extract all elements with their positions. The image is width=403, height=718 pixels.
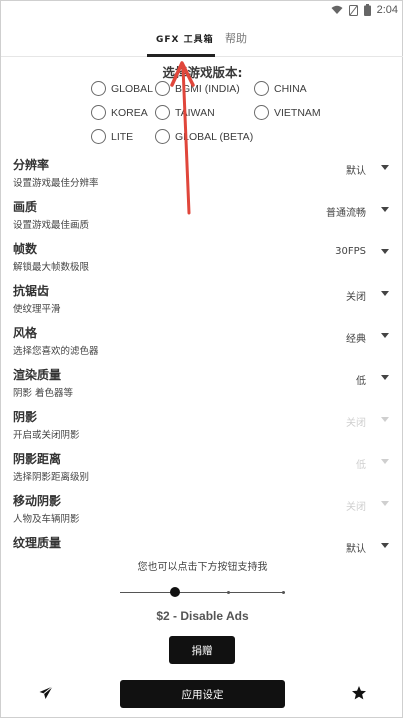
setting-value: 关闭 (346, 418, 366, 429)
version-option-label: KOREA (111, 106, 148, 119)
setting-texture-quality[interactable]: 纹理质量 默认 (13, 534, 393, 555)
setting-value[interactable]: 默认 (346, 162, 366, 177)
setting-style[interactable]: 风格 选择您喜欢的滤色器 经典 (13, 324, 393, 357)
tab-bar: GFX 工具箱 帮助 (1, 21, 403, 57)
send-icon[interactable] (39, 686, 53, 700)
setting-title: 移动阴影 (13, 494, 62, 508)
dropdown-arrow-icon (381, 417, 389, 422)
dropdown-arrow-icon[interactable] (381, 333, 389, 338)
battery-icon (363, 4, 371, 16)
version-radio-vietnam[interactable]: VIETNAM (254, 105, 321, 120)
radio-circle[interactable] (254, 81, 269, 96)
setting-value[interactable]: 普通流畅 (326, 204, 366, 219)
tab-gfx-toolbox[interactable]: GFX 工具箱 (156, 32, 214, 45)
setting-title: 纹理质量 (13, 536, 62, 550)
setting-antialiasing[interactable]: 抗锯齿 使纹理平滑 关闭 (13, 282, 393, 315)
version-option-label: GLOBAL (111, 82, 154, 95)
dropdown-arrow-icon[interactable] (381, 375, 389, 380)
star-icon[interactable] (351, 685, 367, 701)
setting-moving-shadows[interactable]: 移动阴影 人物及车辆阴影 关闭 (13, 492, 393, 525)
setting-desc: 选择您喜欢的滤色器 (13, 346, 99, 357)
version-radio-global[interactable]: GLOBAL (91, 81, 153, 96)
setting-value[interactable]: 默认 (346, 540, 366, 555)
setting-graphics[interactable]: 画质 设置游戏最佳画质 普通流畅 (13, 198, 393, 231)
setting-value: 低 (356, 460, 366, 471)
setting-desc: 设置游戏最佳画质 (13, 220, 90, 231)
version-option-label: GLOBAL (BETA) (175, 130, 254, 143)
setting-resolution[interactable]: 分辨率 设置游戏最佳分辨率 默认 (13, 156, 393, 189)
support-text: 您也可以点击下方按钮支持我 (137, 562, 268, 573)
setting-value[interactable]: 经典 (346, 330, 366, 345)
setting-desc: 使纹理平滑 (13, 304, 61, 315)
slider-step-dot[interactable] (227, 591, 230, 594)
setting-title: 阴影距离 (13, 452, 62, 466)
support-slider-track[interactable] (120, 592, 285, 593)
dropdown-arrow-icon[interactable] (381, 291, 389, 296)
version-radio-korea[interactable]: KOREA (91, 105, 148, 120)
setting-fps[interactable]: 帧数 解锁最大帧数极限 30FPS (13, 240, 393, 273)
version-option-label: TAIWAN (175, 106, 215, 119)
setting-value[interactable]: 低 (356, 372, 366, 387)
setting-title: 阴影 (13, 410, 38, 424)
setting-desc: 设置游戏最佳分辨率 (13, 178, 99, 189)
setting-value[interactable]: 30FPS (335, 246, 366, 257)
status-time: 2:04 (376, 4, 398, 16)
version-option-label: BGMI (INDIA) (175, 82, 240, 95)
radio-circle[interactable] (155, 129, 170, 144)
dropdown-arrow-icon (381, 459, 389, 464)
setting-title: 抗锯齿 (13, 284, 50, 298)
wifi-icon (331, 5, 343, 14)
setting-desc: 阴影 着色器等 (13, 388, 74, 399)
radio-circle[interactable] (91, 81, 106, 96)
no-sim-icon (348, 4, 358, 16)
version-radio-china[interactable]: CHINA (254, 81, 307, 96)
radio-circle[interactable] (155, 105, 170, 120)
version-title: 选择游戏版本: (162, 65, 243, 80)
dropdown-arrow-icon[interactable] (381, 207, 389, 212)
version-option-label: CHINA (274, 82, 307, 95)
dropdown-arrow-icon[interactable] (381, 165, 389, 170)
setting-desc: 开启或关闭阴影 (13, 430, 80, 441)
tab-active-indicator (147, 54, 215, 57)
dropdown-arrow-icon[interactable] (381, 249, 389, 254)
version-radio-taiwan[interactable]: TAIWAN (155, 105, 215, 120)
setting-shadow-distance[interactable]: 阴影距离 选择阴影距离级别 低 (13, 450, 393, 483)
radio-circle[interactable] (91, 105, 106, 120)
setting-value: 关闭 (346, 502, 366, 513)
dropdown-arrow-icon[interactable] (381, 543, 389, 548)
setting-shadows[interactable]: 阴影 开启或关闭阴影 关闭 (13, 408, 393, 441)
support-slider-thumb[interactable] (170, 587, 180, 597)
setting-render-quality[interactable]: 渲染质量 阴影 着色器等 低 (13, 366, 393, 399)
radio-circle[interactable] (155, 81, 170, 96)
radio-circle[interactable] (91, 129, 106, 144)
donate-button[interactable]: 捐赠 (169, 636, 235, 664)
setting-value[interactable]: 关闭 (346, 288, 366, 303)
version-option-label: VIETNAM (274, 106, 321, 119)
version-radio-bgmi[interactable]: BGMI (INDIA) (155, 81, 240, 96)
slider-step-dot[interactable] (282, 591, 285, 594)
version-radio-global-beta[interactable]: GLOBAL (BETA) (155, 129, 253, 144)
status-icons: 2:04 (331, 4, 398, 16)
setting-desc: 人物及车辆阴影 (13, 514, 80, 525)
dropdown-arrow-icon (381, 501, 389, 506)
setting-desc: 选择阴影距离级别 (13, 472, 90, 483)
radio-circle[interactable] (254, 105, 269, 120)
setting-title: 风格 (13, 326, 38, 340)
tab-help[interactable]: 帮助 (225, 30, 247, 46)
status-bar: 2:04 (1, 1, 403, 21)
setting-title: 分辨率 (13, 158, 50, 172)
apply-settings-button[interactable]: 应用设定 (120, 680, 285, 708)
setting-desc: 解锁最大帧数极限 (13, 262, 90, 273)
price-label: $2 - Disable Ads (156, 609, 249, 623)
setting-title: 渲染质量 (13, 368, 62, 382)
version-option-label: LITE (111, 130, 134, 143)
version-radio-lite[interactable]: LITE (91, 129, 133, 144)
